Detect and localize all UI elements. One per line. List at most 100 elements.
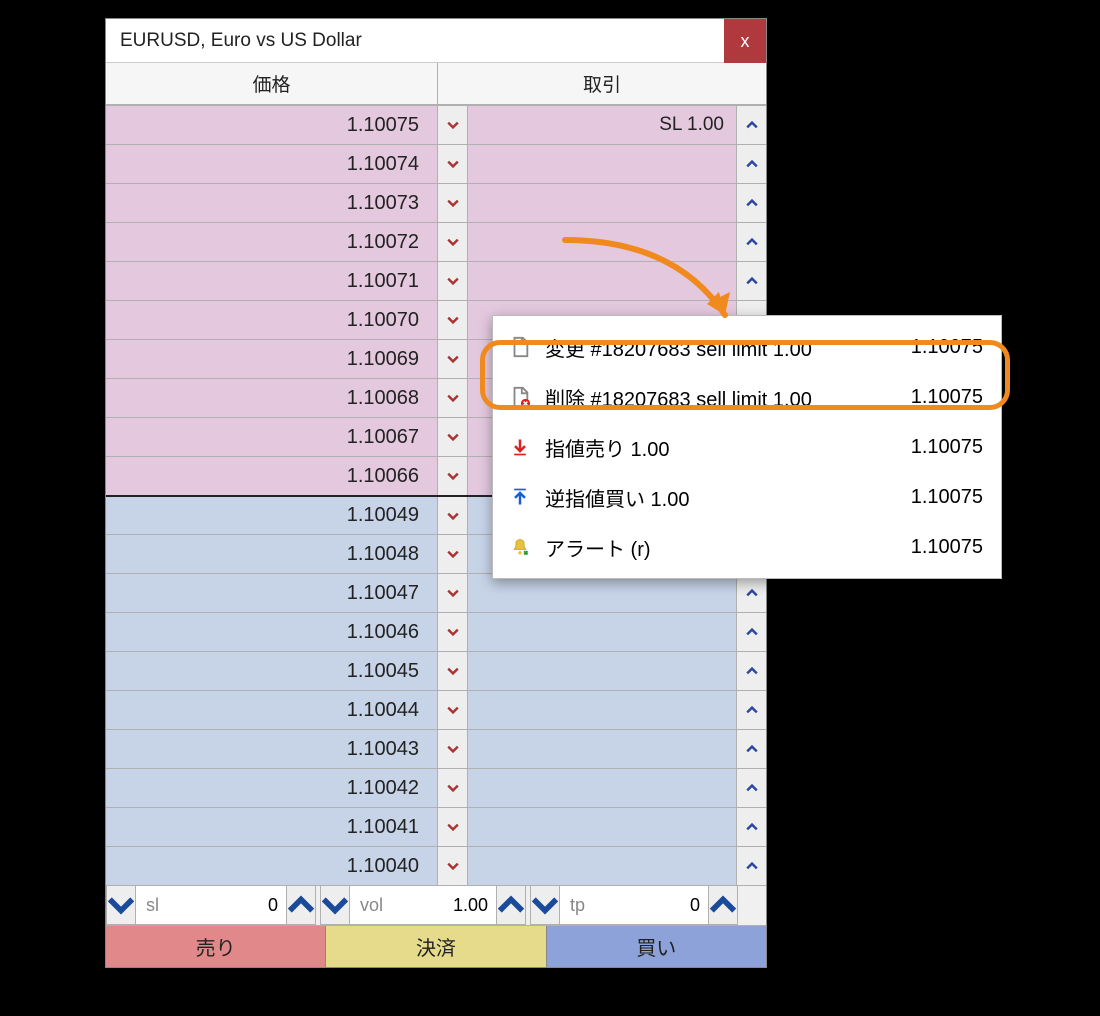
sell-chevron[interactable] bbox=[438, 497, 468, 534]
sell-chevron[interactable] bbox=[438, 106, 468, 144]
price-row[interactable]: 1.10046 bbox=[106, 612, 766, 651]
price-row[interactable]: 1.10045 bbox=[106, 651, 766, 690]
sl-input[interactable]: sl 0 bbox=[136, 886, 286, 925]
sell-chevron[interactable] bbox=[438, 574, 468, 612]
sell-chevron[interactable] bbox=[438, 691, 468, 729]
sell-chevron[interactable] bbox=[438, 379, 468, 417]
buy-chevron[interactable] bbox=[736, 223, 766, 261]
sell-chevron[interactable] bbox=[438, 730, 468, 768]
price-row[interactable]: 1.10073 bbox=[106, 183, 766, 222]
vol-input[interactable]: vol 1.00 bbox=[350, 886, 496, 925]
price-cell: 1.10071 bbox=[106, 262, 438, 300]
sell-chevron[interactable] bbox=[438, 457, 468, 495]
tp-input[interactable]: tp 0 bbox=[560, 886, 708, 925]
sell-chevron[interactable] bbox=[438, 808, 468, 846]
context-menu-item[interactable]: 変更 #18207683 sell limit 1.001.10075 bbox=[493, 322, 1001, 372]
price-row[interactable]: 1.10042 bbox=[106, 768, 766, 807]
tp-decrement[interactable] bbox=[530, 886, 560, 925]
buy-chevron[interactable] bbox=[736, 106, 766, 144]
context-menu-label: アラート (r) bbox=[545, 533, 897, 562]
price-cell: 1.10067 bbox=[106, 418, 438, 456]
sell-chevron[interactable] bbox=[438, 418, 468, 456]
buy-chevron[interactable] bbox=[736, 574, 766, 612]
price-cell: 1.10046 bbox=[106, 613, 438, 651]
sell-chevron[interactable] bbox=[438, 847, 468, 885]
price-cell: 1.10043 bbox=[106, 730, 438, 768]
sell-chevron[interactable] bbox=[438, 613, 468, 651]
sell-chevron[interactable] bbox=[438, 340, 468, 378]
price-row[interactable]: 1.10044 bbox=[106, 690, 766, 729]
price-cell: 1.10075 bbox=[106, 106, 438, 144]
close-button[interactable]: x bbox=[724, 19, 766, 63]
buy-chevron[interactable] bbox=[736, 613, 766, 651]
buy-chevron[interactable] bbox=[736, 769, 766, 807]
sell-chevron[interactable] bbox=[438, 262, 468, 300]
buy-chevron[interactable] bbox=[736, 184, 766, 222]
trade-cell bbox=[468, 145, 736, 183]
doc-icon bbox=[503, 336, 537, 358]
price-row[interactable]: 1.10041 bbox=[106, 807, 766, 846]
trade-cell bbox=[468, 184, 736, 222]
context-menu-item[interactable]: アラート (r) 1.10075 bbox=[493, 522, 1001, 572]
price-cell: 1.10072 bbox=[106, 223, 438, 261]
sell-icon bbox=[503, 437, 537, 457]
context-menu-price: 1.10075 bbox=[911, 436, 983, 459]
price-row[interactable]: 1.10075SL 1.00 bbox=[106, 105, 766, 144]
buy-chevron[interactable] bbox=[736, 730, 766, 768]
buy-chevron[interactable] bbox=[736, 808, 766, 846]
sl-increment[interactable] bbox=[286, 886, 316, 925]
buy-button[interactable]: 買い bbox=[547, 926, 766, 967]
trade-cell bbox=[468, 691, 736, 729]
buy-chevron[interactable] bbox=[736, 847, 766, 885]
close-position-button[interactable]: 決済 bbox=[326, 926, 546, 967]
window-title: EURUSD, Euro vs US Dollar bbox=[120, 30, 362, 52]
context-menu-item[interactable]: 逆指値買い 1.001.10075 bbox=[493, 472, 1001, 522]
vol-stepper: vol 1.00 bbox=[320, 886, 526, 925]
context-menu-label: 変更 #18207683 sell limit 1.00 bbox=[545, 333, 897, 362]
tp-increment[interactable] bbox=[708, 886, 738, 925]
price-row[interactable]: 1.10043 bbox=[106, 729, 766, 768]
price-cell: 1.10047 bbox=[106, 574, 438, 612]
table-headers: 価格 取引 bbox=[106, 63, 766, 105]
sell-chevron[interactable] bbox=[438, 769, 468, 807]
price-cell: 1.10041 bbox=[106, 808, 438, 846]
vol-decrement[interactable] bbox=[320, 886, 350, 925]
context-menu-price: 1.10075 bbox=[911, 536, 983, 559]
price-row[interactable]: 1.10071 bbox=[106, 261, 766, 300]
sell-button[interactable]: 売り bbox=[106, 926, 326, 967]
sell-chevron[interactable] bbox=[438, 652, 468, 690]
buy-chevron[interactable] bbox=[736, 262, 766, 300]
alert-icon bbox=[503, 537, 537, 557]
trade-cell bbox=[468, 769, 736, 807]
buy-chevron[interactable] bbox=[736, 145, 766, 183]
sell-chevron[interactable] bbox=[438, 184, 468, 222]
tp-stepper: tp 0 bbox=[530, 886, 738, 925]
price-cell: 1.10068 bbox=[106, 379, 438, 417]
price-row[interactable]: 1.10040 bbox=[106, 846, 766, 885]
sell-chevron[interactable] bbox=[438, 535, 468, 573]
buy-chevron[interactable] bbox=[736, 652, 766, 690]
trade-cell bbox=[468, 808, 736, 846]
price-cell: 1.10074 bbox=[106, 145, 438, 183]
buy-chevron[interactable] bbox=[736, 691, 766, 729]
sell-chevron[interactable] bbox=[438, 301, 468, 339]
price-row[interactable]: 1.10072 bbox=[106, 222, 766, 261]
price-cell: 1.10070 bbox=[106, 301, 438, 339]
doc-x-icon bbox=[503, 386, 537, 408]
trade-cell bbox=[468, 652, 736, 690]
vol-increment[interactable] bbox=[496, 886, 526, 925]
column-header-trade[interactable]: 取引 bbox=[438, 63, 766, 105]
sl-decrement[interactable] bbox=[106, 886, 136, 925]
price-row[interactable]: 1.10074 bbox=[106, 144, 766, 183]
sl-stepper: sl 0 bbox=[106, 886, 316, 925]
column-header-price[interactable]: 価格 bbox=[106, 63, 438, 105]
price-cell: 1.10049 bbox=[106, 497, 438, 534]
context-menu-price: 1.10075 bbox=[911, 386, 983, 409]
context-menu-item[interactable]: 削除 #18207683 sell limit 1.001.10075 bbox=[493, 372, 1001, 422]
context-menu-item[interactable]: 指値売り 1.001.10075 bbox=[493, 422, 1001, 472]
sell-chevron[interactable] bbox=[438, 223, 468, 261]
price-cell: 1.10040 bbox=[106, 847, 438, 885]
price-cell: 1.10066 bbox=[106, 457, 438, 495]
context-menu-label: 逆指値買い 1.00 bbox=[545, 483, 897, 512]
sell-chevron[interactable] bbox=[438, 145, 468, 183]
